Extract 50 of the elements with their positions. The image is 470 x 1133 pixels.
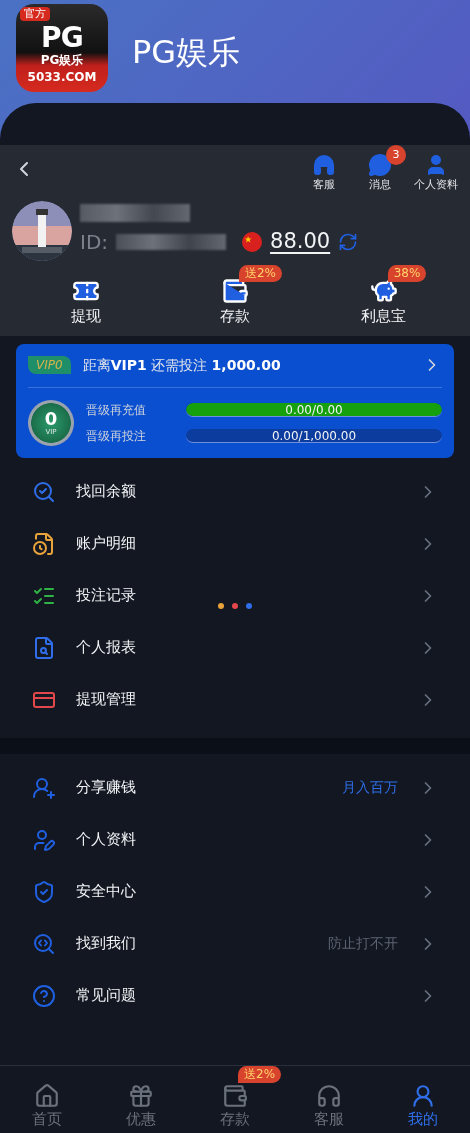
count-badge: 3: [386, 145, 406, 165]
app-title: PG娱乐: [132, 31, 241, 73]
menu-item[interactable]: 投注记录: [0, 569, 470, 622]
top-action[interactable]: 客服: [302, 153, 346, 194]
menu-item[interactable]: 账户明细: [0, 517, 470, 570]
help-icon: [32, 983, 56, 1008]
user-edit-icon: [32, 827, 56, 852]
nav-tab[interactable]: 客服: [314, 1083, 344, 1129]
balance: 88.00: [270, 228, 331, 256]
menu-item[interactable]: 安全中心: [0, 865, 470, 918]
logo-badge: 官方: [20, 6, 50, 21]
progress-reading: 0.00/0.00: [284, 402, 344, 416]
menu-item[interactable]: 找回余额: [0, 465, 470, 518]
nav-tab[interactable]: 优惠: [126, 1083, 156, 1129]
shield-icon: [32, 879, 56, 904]
logo-monogram: PG: [40, 23, 84, 52]
gift-icon: [127, 1083, 155, 1109]
menu-item[interactable]: 提现管理: [0, 673, 470, 726]
progress-label: 晋级再投注: [86, 427, 147, 445]
logo-domain: 5033.COM: [27, 68, 97, 86]
quick-action[interactable]: 提现: [46, 277, 127, 328]
bonus-tag: 送2%: [239, 265, 283, 282]
menu-item[interactable]: 常见问题: [0, 969, 470, 1022]
refresh-icon[interactable]: [338, 232, 359, 252]
id-label: ID:: [80, 229, 109, 256]
top-action[interactable]: 个人资料: [414, 153, 458, 194]
search-icon: [32, 931, 56, 956]
progress-reading: 0.00/1,000.00: [270, 428, 358, 442]
logo-name: PG娱乐: [40, 51, 84, 68]
flag-icon: [242, 232, 263, 252]
menu-item[interactable]: 分享赚钱 月入百万: [0, 761, 470, 814]
loading-dots-icon: [218, 602, 252, 609]
progress-label: 晋级再充值: [86, 401, 147, 419]
menu-item[interactable]: 个人资料: [0, 813, 470, 866]
bonus-tag: 38%: [387, 265, 427, 282]
wallet-icon: [221, 1083, 249, 1109]
vip-badge: VIP0: [28, 356, 71, 374]
vip-requirement: 距离VIP1 还需投注 1,000.00: [82, 355, 282, 375]
wallet-icon: [221, 277, 249, 305]
nav-tab[interactable]: 存款: [220, 1083, 250, 1129]
menu-item[interactable]: 个人报表: [0, 621, 470, 674]
menu-note: 月入百万: [342, 778, 398, 797]
nav-tab[interactable]: 首页: [32, 1083, 62, 1129]
nav-tab[interactable]: 我的: [408, 1083, 438, 1129]
user-share-icon: [32, 775, 56, 800]
bonus-tag: 送2%: [238, 1066, 282, 1083]
menu-item[interactable]: 找到我们 防止打不开: [0, 917, 470, 970]
home-icon: [33, 1083, 61, 1109]
chat-icon: [368, 153, 392, 177]
menu-note: 防止打不开: [328, 934, 398, 953]
